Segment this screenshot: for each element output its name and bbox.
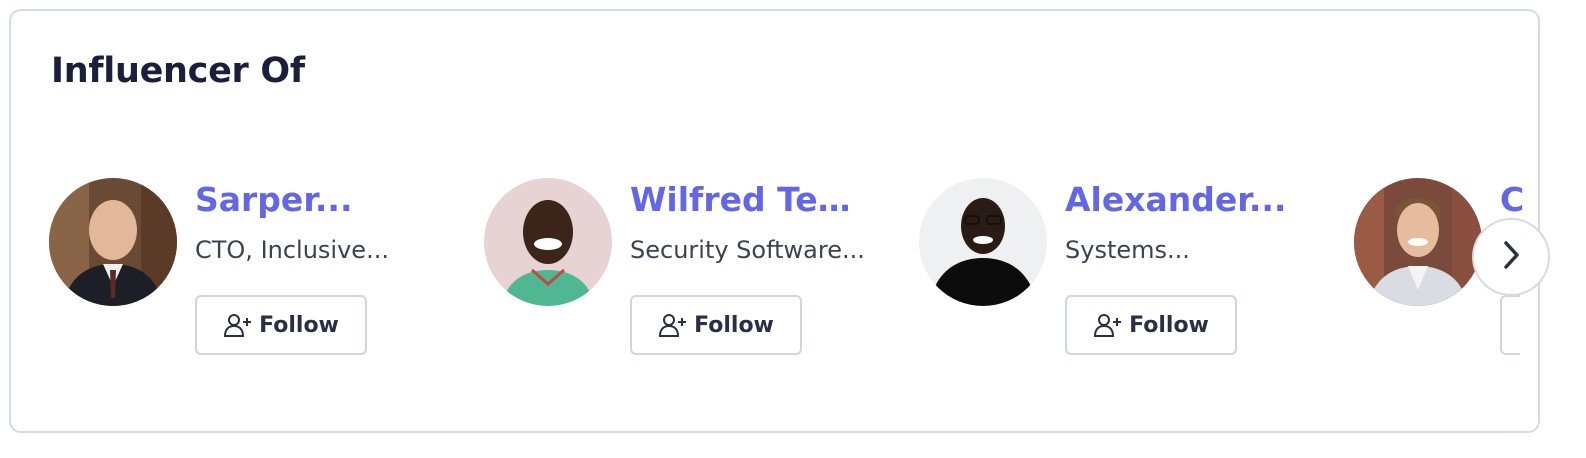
carousel-next-button[interactable]: [1472, 218, 1550, 296]
follow-button[interactable]: Follow: [630, 295, 802, 355]
avatar[interactable]: [484, 178, 612, 306]
influencer-role: CTO, Inclusive...: [195, 236, 389, 264]
influencer-of-card: Influencer Of Sarper... CTO, Inclusive..…: [9, 9, 1540, 433]
user-plus-icon: [1093, 312, 1123, 338]
avatar[interactable]: [919, 178, 1047, 306]
influencer-name[interactable]: Sarper...: [195, 180, 371, 219]
follow-label: Follow: [694, 312, 774, 338]
influencer-name[interactable]: Wilfred Terry: [630, 180, 862, 219]
influencer-carousel: Sarper... CTO, Inclusive... Follow Wilfr…: [11, 11, 1538, 431]
avatar[interactable]: [49, 178, 177, 306]
influencer-name[interactable]: C: [1500, 180, 1524, 219]
user-plus-icon: [223, 312, 253, 338]
chevron-right-icon: [1500, 239, 1522, 275]
follow-button[interactable]: Follow: [195, 295, 367, 355]
influencer-name[interactable]: Alexander...: [1065, 180, 1297, 219]
follow-button[interactable]: Follow: [1065, 295, 1237, 355]
influencer-role: Systems...: [1065, 236, 1190, 264]
follow-label: Follow: [259, 312, 339, 338]
influencer-role: Security Software...: [630, 236, 865, 264]
follow-label: Follow: [1129, 312, 1209, 338]
avatar[interactable]: [1354, 178, 1482, 306]
user-plus-icon: [658, 312, 688, 338]
follow-button[interactable]: [1500, 295, 1520, 355]
